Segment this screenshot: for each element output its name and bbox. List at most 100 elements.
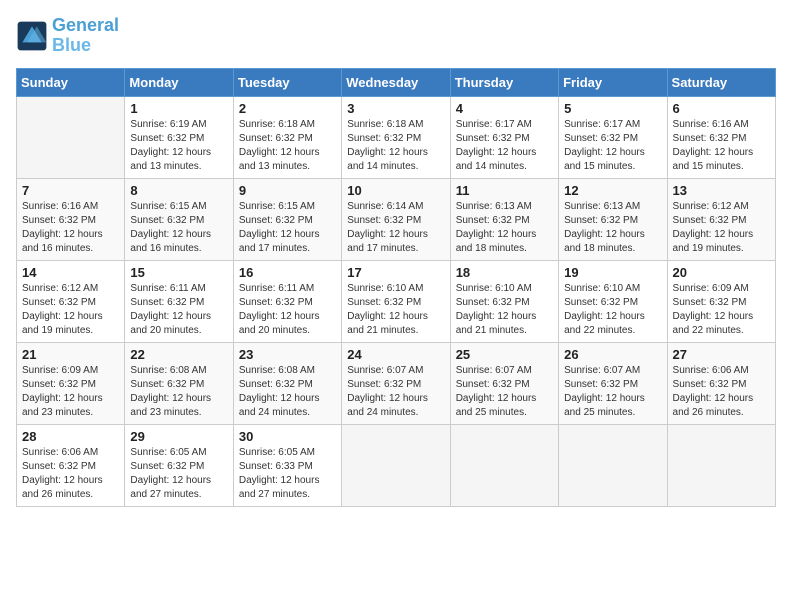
day-number: 20 (673, 265, 770, 280)
page-header: GeneralBlue (16, 16, 776, 56)
day-info: Sunrise: 6:15 AMSunset: 6:32 PMDaylight:… (130, 200, 227, 256)
day-number: 7 (22, 183, 119, 198)
calendar-cell: 23 Sunrise: 6:08 AMSunset: 6:32 PMDayligh… (233, 342, 341, 424)
day-number: 23 (239, 347, 336, 362)
calendar-cell: 3 Sunrise: 6:18 AMSunset: 6:32 PMDaylight… (342, 96, 450, 178)
day-number: 11 (456, 183, 553, 198)
weekday-header: Thursday (450, 68, 558, 96)
day-number: 3 (347, 101, 444, 116)
day-number: 26 (564, 347, 661, 362)
calendar-cell: 22 Sunrise: 6:08 AMSunset: 6:32 PMDayligh… (125, 342, 233, 424)
calendar-cell: 19 Sunrise: 6:10 AMSunset: 6:32 PMDayligh… (559, 260, 667, 342)
day-info: Sunrise: 6:18 AMSunset: 6:32 PMDaylight:… (347, 118, 444, 174)
day-number: 25 (456, 347, 553, 362)
day-info: Sunrise: 6:14 AMSunset: 6:32 PMDaylight:… (347, 200, 444, 256)
day-info: Sunrise: 6:07 AMSunset: 6:32 PMDaylight:… (347, 364, 444, 420)
day-number: 6 (673, 101, 770, 116)
calendar-cell: 1Sunrise: 6:19 AMSunset: 6:32 PMDaylight… (125, 96, 233, 178)
calendar-cell (559, 424, 667, 506)
calendar-cell: 17 Sunrise: 6:10 AMSunset: 6:32 PMDayligh… (342, 260, 450, 342)
day-number: 12 (564, 183, 661, 198)
day-number: 10 (347, 183, 444, 198)
day-info: Sunrise: 6:10 AMSunset: 6:32 PMDaylight:… (564, 282, 661, 338)
calendar-cell: 11 Sunrise: 6:13 AMSunset: 6:32 PMDayligh… (450, 178, 558, 260)
calendar-cell: 8 Sunrise: 6:15 AMSunset: 6:32 PMDaylight… (125, 178, 233, 260)
day-number: 5 (564, 101, 661, 116)
day-info: Sunrise: 6:17 AMSunset: 6:32 PMDaylight:… (456, 118, 553, 174)
calendar-cell (667, 424, 775, 506)
calendar-cell: 30Sunrise: 6:05 AMSunset: 6:33 PMDayligh… (233, 424, 341, 506)
day-number: 13 (673, 183, 770, 198)
calendar-cell: 26 Sunrise: 6:07 AMSunset: 6:32 PMDayligh… (559, 342, 667, 424)
day-info: Sunrise: 6:11 AMSunset: 6:32 PMDaylight:… (130, 282, 227, 338)
day-number: 1 (130, 101, 227, 116)
day-info: Sunrise: 6:06 AMSunset: 6:32 PMDaylight:… (673, 364, 770, 420)
day-number: 18 (456, 265, 553, 280)
weekday-header: Saturday (667, 68, 775, 96)
calendar-cell: 7Sunrise: 6:16 AMSunset: 6:32 PMDaylight… (17, 178, 125, 260)
day-number: 27 (673, 347, 770, 362)
weekday-header: Tuesday (233, 68, 341, 96)
day-info: Sunrise: 6:06 AMSunset: 6:32 PMDaylight:… (22, 446, 119, 502)
day-info: Sunrise: 6:07 AMSunset: 6:32 PMDaylight:… (456, 364, 553, 420)
calendar-cell (342, 424, 450, 506)
calendar-cell: 5 Sunrise: 6:17 AMSunset: 6:32 PMDaylight… (559, 96, 667, 178)
calendar-cell: 18 Sunrise: 6:10 AMSunset: 6:32 PMDayligh… (450, 260, 558, 342)
day-info: Sunrise: 6:13 AMSunset: 6:32 PMDaylight:… (564, 200, 661, 256)
calendar-table: SundayMondayTuesdayWednesdayThursdayFrid… (16, 68, 776, 507)
day-info: Sunrise: 6:17 AMSunset: 6:32 PMDaylight:… (564, 118, 661, 174)
calendar-cell: 28 Sunrise: 6:06 AMSunset: 6:32 PMDayligh… (17, 424, 125, 506)
calendar-week-row: 28 Sunrise: 6:06 AMSunset: 6:32 PMDayligh… (17, 424, 776, 506)
day-info: Sunrise: 6:05 AMSunset: 6:33 PMDaylight:… (239, 446, 336, 502)
calendar-header-row: SundayMondayTuesdayWednesdayThursdayFrid… (17, 68, 776, 96)
day-info: Sunrise: 6:13 AMSunset: 6:32 PMDaylight:… (456, 200, 553, 256)
weekday-header: Wednesday (342, 68, 450, 96)
day-number: 4 (456, 101, 553, 116)
calendar-cell: 21Sunrise: 6:09 AMSunset: 6:32 PMDayligh… (17, 342, 125, 424)
day-info: Sunrise: 6:11 AMSunset: 6:32 PMDaylight:… (239, 282, 336, 338)
calendar-cell: 25 Sunrise: 6:07 AMSunset: 6:32 PMDayligh… (450, 342, 558, 424)
day-number: 2 (239, 101, 336, 116)
calendar-cell: 6 Sunrise: 6:16 AMSunset: 6:32 PMDaylight… (667, 96, 775, 178)
calendar-cell: 14Sunrise: 6:12 AMSunset: 6:32 PMDayligh… (17, 260, 125, 342)
day-info: Sunrise: 6:08 AMSunset: 6:32 PMDaylight:… (239, 364, 336, 420)
calendar-week-row: 7Sunrise: 6:16 AMSunset: 6:32 PMDaylight… (17, 178, 776, 260)
day-number: 16 (239, 265, 336, 280)
day-info: Sunrise: 6:10 AMSunset: 6:32 PMDaylight:… (456, 282, 553, 338)
day-info: Sunrise: 6:08 AMSunset: 6:32 PMDaylight:… (130, 364, 227, 420)
logo-text: GeneralBlue (52, 16, 119, 56)
calendar-cell: 27 Sunrise: 6:06 AMSunset: 6:32 PMDayligh… (667, 342, 775, 424)
day-number: 15 (130, 265, 227, 280)
day-number: 22 (130, 347, 227, 362)
day-info: Sunrise: 6:12 AMSunset: 6:32 PMDaylight:… (22, 282, 119, 338)
day-number: 28 (22, 429, 119, 444)
calendar-cell: 20Sunrise: 6:09 AMSunset: 6:32 PMDayligh… (667, 260, 775, 342)
calendar-cell (450, 424, 558, 506)
day-number: 29 (130, 429, 227, 444)
calendar-week-row: 14Sunrise: 6:12 AMSunset: 6:32 PMDayligh… (17, 260, 776, 342)
calendar-week-row: 1Sunrise: 6:19 AMSunset: 6:32 PMDaylight… (17, 96, 776, 178)
day-number: 9 (239, 183, 336, 198)
calendar-cell: 29 Sunrise: 6:05 AMSunset: 6:32 PMDayligh… (125, 424, 233, 506)
day-info: Sunrise: 6:10 AMSunset: 6:32 PMDaylight:… (347, 282, 444, 338)
calendar-week-row: 21Sunrise: 6:09 AMSunset: 6:32 PMDayligh… (17, 342, 776, 424)
day-info: Sunrise: 6:07 AMSunset: 6:32 PMDaylight:… (564, 364, 661, 420)
logo-icon (16, 20, 48, 52)
calendar-cell: 13Sunrise: 6:12 AMSunset: 6:32 PMDayligh… (667, 178, 775, 260)
calendar-cell: 24 Sunrise: 6:07 AMSunset: 6:32 PMDayligh… (342, 342, 450, 424)
calendar-cell (17, 96, 125, 178)
calendar-cell: 2 Sunrise: 6:18 AMSunset: 6:32 PMDaylight… (233, 96, 341, 178)
day-number: 19 (564, 265, 661, 280)
calendar-cell: 16 Sunrise: 6:11 AMSunset: 6:32 PMDayligh… (233, 260, 341, 342)
day-info: Sunrise: 6:05 AMSunset: 6:32 PMDaylight:… (130, 446, 227, 502)
calendar-cell: 4 Sunrise: 6:17 AMSunset: 6:32 PMDaylight… (450, 96, 558, 178)
day-number: 21 (22, 347, 119, 362)
day-info: Sunrise: 6:18 AMSunset: 6:32 PMDaylight:… (239, 118, 336, 174)
calendar-cell: 9Sunrise: 6:15 AMSunset: 6:32 PMDaylight… (233, 178, 341, 260)
day-info: Sunrise: 6:16 AMSunset: 6:32 PMDaylight:… (673, 118, 770, 174)
day-number: 24 (347, 347, 444, 362)
day-number: 8 (130, 183, 227, 198)
calendar-cell: 12 Sunrise: 6:13 AMSunset: 6:32 PMDayligh… (559, 178, 667, 260)
day-number: 17 (347, 265, 444, 280)
calendar-cell: 15 Sunrise: 6:11 AMSunset: 6:32 PMDayligh… (125, 260, 233, 342)
